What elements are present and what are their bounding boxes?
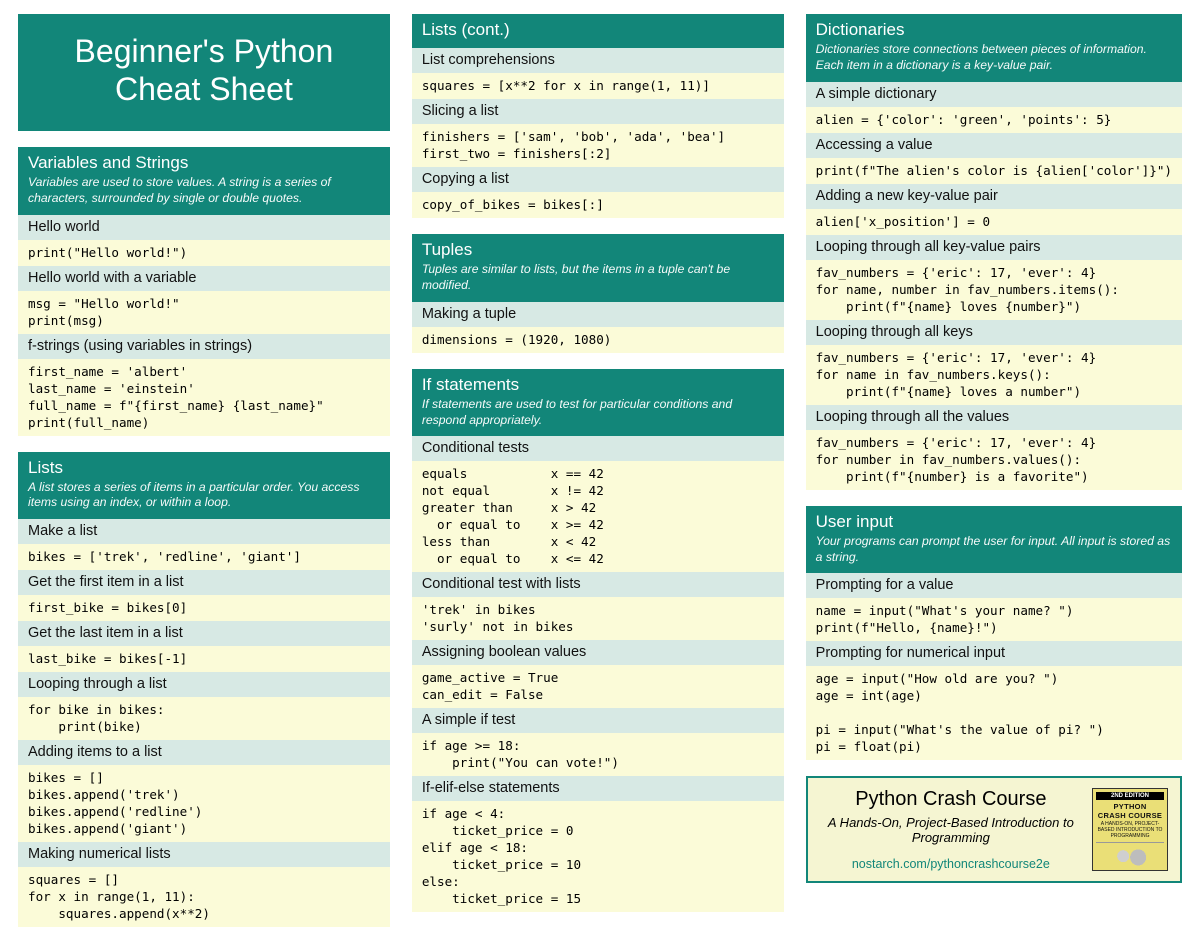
title-line-2: Cheat Sheet [28,70,380,108]
section-header: Lists (cont.) [412,14,784,48]
title-line-1: Beginner's Python [28,32,380,70]
subhead: If-elif-else statements [412,776,784,801]
section-header: User input Your programs can prompt the … [806,506,1182,574]
section-header: Variables and Strings Variables are used… [18,147,390,215]
section-title: User input [816,512,1172,532]
subhead: Hello world [18,215,390,240]
section-desc: Your programs can prompt the user for in… [816,534,1172,566]
subhead: Get the last item in a list [18,621,390,646]
code-block: print(f"The alien's color is {alien['col… [806,158,1182,184]
code-block: name = input("What's your name? ") print… [806,598,1182,641]
subhead: Adding a new key-value pair [806,184,1182,209]
code-block: squares = [] for x in range(1, 11): squa… [18,867,390,927]
subhead: Accessing a value [806,133,1182,158]
subhead: Looping through all keys [806,320,1182,345]
code-block: for bike in bikes: print(bike) [18,697,390,740]
section-desc: Dictionaries store connections between p… [816,42,1172,74]
code-block: squares = [x**2 for x in range(1, 11)] [412,73,784,99]
subhead: Adding items to a list [18,740,390,765]
code-block: first_bike = bikes[0] [18,595,390,621]
column-1: Beginner's Python Cheat Sheet Variables … [18,14,390,927]
subhead: Conditional test with lists [412,572,784,597]
section-user-input: User input Your programs can prompt the … [806,506,1182,761]
main-title: Beginner's Python Cheat Sheet [18,14,390,131]
book-edition: 2ND EDITION [1096,792,1164,800]
code-block: 'trek' in bikes 'surly' not in bikes [412,597,784,640]
subhead: A simple if test [412,708,784,733]
code-block: copy_of_bikes = bikes[:] [412,192,784,218]
book-title-1: PYTHON [1096,802,1164,811]
book-title-2: CRASH COURSE [1096,811,1164,820]
subhead: Slicing a list [412,99,784,124]
subhead: Prompting for a value [806,573,1182,598]
code-block: if age < 4: ticket_price = 0 elif age < … [412,801,784,912]
book-art-icon [1096,842,1164,867]
code-block: fav_numbers = {'eric': 17, 'ever': 4} fo… [806,345,1182,405]
code-block: msg = "Hello world!" print(msg) [18,291,390,334]
promo-text: Python Crash Course A Hands-On, Project-… [820,788,1082,871]
section-desc: Variables are used to store values. A st… [28,175,380,207]
subhead: List comprehensions [412,48,784,73]
code-block: alien = {'color': 'green', 'points': 5} [806,107,1182,133]
section-lists: Lists A list stores a series of items in… [18,452,390,927]
code-block: if age >= 18: print("You can vote!") [412,733,784,776]
promo-subtitle: A Hands-On, Project-Based Introduction t… [820,815,1082,845]
section-header: If statements If statements are used to … [412,369,784,437]
code-block: first_name = 'albert' last_name = 'einst… [18,359,390,436]
section-lists-cont: Lists (cont.) List comprehensions square… [412,14,784,218]
section-desc: If statements are used to test for parti… [422,397,774,429]
section-if: If statements If statements are used to … [412,369,784,913]
subhead: Conditional tests [412,436,784,461]
cheat-sheet-page: Beginner's Python Cheat Sheet Variables … [18,14,1182,927]
section-dictionaries: Dictionaries Dictionaries store connecti… [806,14,1182,490]
section-title: Lists [28,458,380,478]
promo-title: Python Crash Course [820,788,1082,811]
section-title: Dictionaries [816,20,1172,40]
code-block: bikes = [] bikes.append('trek') bikes.ap… [18,765,390,842]
subhead: Make a list [18,519,390,544]
code-block: equals x == 42 not equal x != 42 greater… [412,461,784,572]
subhead: Copying a list [412,167,784,192]
subhead: Assigning boolean values [412,640,784,665]
section-header: Dictionaries Dictionaries store connecti… [806,14,1182,82]
book-tagline: A HANDS-ON, PROJECT-BASED INTRODUCTION T… [1096,821,1164,839]
section-title: Lists (cont.) [422,20,774,40]
code-block: dimensions = (1920, 1080) [412,327,784,353]
code-block: finishers = ['sam', 'bob', 'ada', 'bea']… [412,124,784,167]
subhead: Looping through all key-value pairs [806,235,1182,260]
section-title: Variables and Strings [28,153,380,173]
code-block: fav_numbers = {'eric': 17, 'ever': 4} fo… [806,430,1182,490]
section-header: Lists A list stores a series of items in… [18,452,390,520]
code-block: alien['x_position'] = 0 [806,209,1182,235]
subhead: Get the first item in a list [18,570,390,595]
section-variables: Variables and Strings Variables are used… [18,147,390,436]
column-3: Dictionaries Dictionaries store connecti… [806,14,1182,927]
section-title: If statements [422,375,774,395]
subhead: Making numerical lists [18,842,390,867]
section-header: Tuples Tuples are similar to lists, but … [412,234,784,302]
subhead: Hello world with a variable [18,266,390,291]
subhead: Making a tuple [412,302,784,327]
promo-box: Python Crash Course A Hands-On, Project-… [806,776,1182,883]
promo-link[interactable]: nostarch.com/pythoncrashcourse2e [820,857,1082,871]
subhead: Prompting for numerical input [806,641,1182,666]
code-block: game_active = True can_edit = False [412,665,784,708]
subhead: Looping through all the values [806,405,1182,430]
subhead: f-strings (using variables in strings) [18,334,390,359]
code-block: fav_numbers = {'eric': 17, 'ever': 4} fo… [806,260,1182,320]
section-desc: Tuples are similar to lists, but the ite… [422,262,774,294]
subhead: A simple dictionary [806,82,1182,107]
section-tuples: Tuples Tuples are similar to lists, but … [412,234,784,353]
column-2: Lists (cont.) List comprehensions square… [412,14,784,927]
code-block: print("Hello world!") [18,240,390,266]
book-cover-icon: 2ND EDITION PYTHON CRASH COURSE A HANDS-… [1092,788,1168,871]
subhead: Looping through a list [18,672,390,697]
code-block: bikes = ['trek', 'redline', 'giant'] [18,544,390,570]
section-desc: A list stores a series of items in a par… [28,480,380,512]
code-block: age = input("How old are you? ") age = i… [806,666,1182,760]
code-block: last_bike = bikes[-1] [18,646,390,672]
section-title: Tuples [422,240,774,260]
